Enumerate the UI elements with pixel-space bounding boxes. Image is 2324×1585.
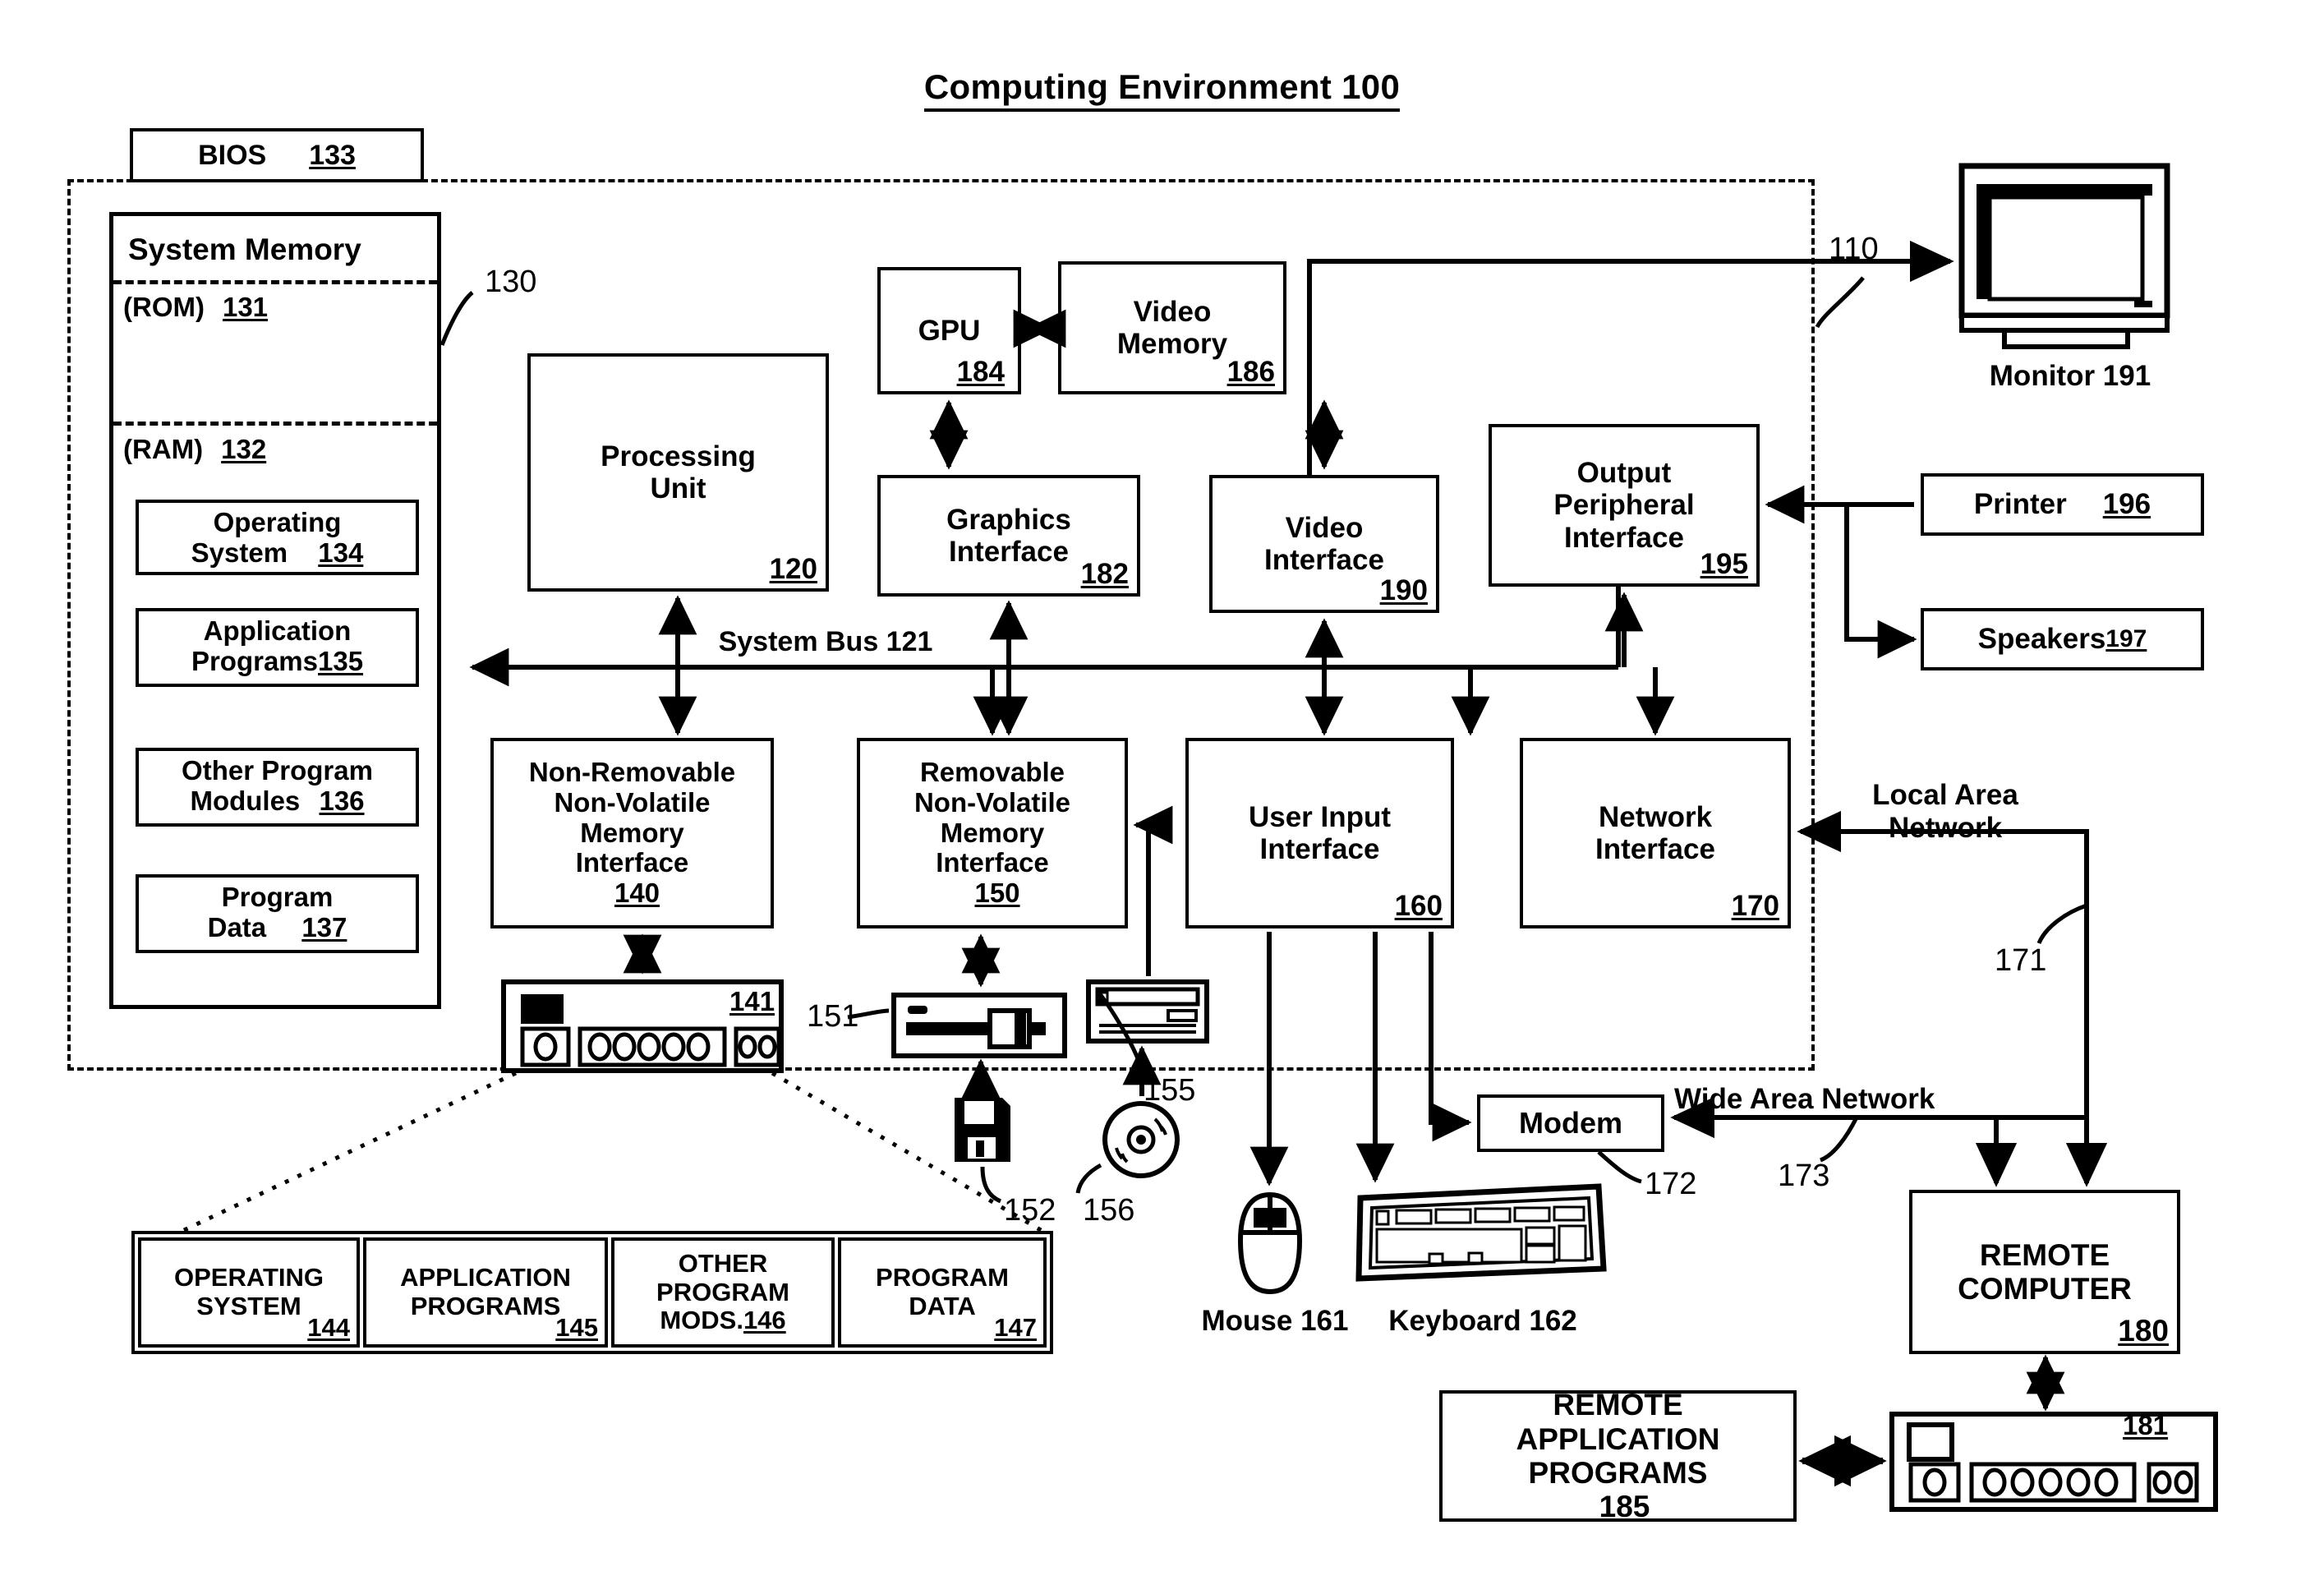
connector-wires xyxy=(177,240,2108,1487)
patent-figure-canvas: Computing Environment 100 110 System Mem… xyxy=(0,0,2324,1585)
